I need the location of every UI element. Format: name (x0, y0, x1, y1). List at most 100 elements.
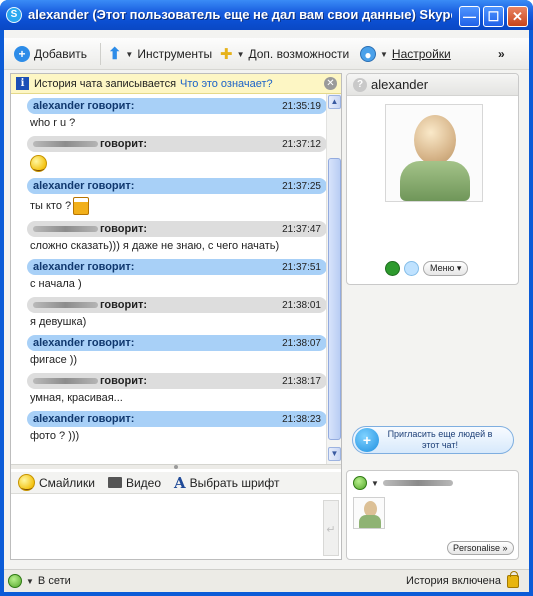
settings-icon: ● (360, 46, 376, 62)
close-icon[interactable]: ✕ (324, 77, 337, 90)
chevron-down-icon: ▼ (125, 49, 134, 59)
maximize-icon: ☐ (487, 9, 500, 24)
chat-icon[interactable] (404, 261, 419, 276)
online-status-icon (8, 574, 22, 588)
message-body: who r u ? (27, 114, 326, 136)
close-icon: ✕ (512, 9, 523, 24)
chat-message: alexander говорит: 21:35:19 who r u ? (27, 98, 326, 136)
message-time: 21:37:25 (282, 180, 321, 192)
message-header: alexander говорит: 21:38:23 (27, 411, 326, 427)
self-name-redacted (382, 480, 453, 486)
extras-menu-button[interactable]: ✚ ▼ Доп. возможности (220, 45, 349, 63)
scroll-down-icon[interactable]: ▼ (328, 447, 341, 461)
self-status-row[interactable]: ▼ (353, 476, 453, 490)
message-header: говорит: 21:37:12 (27, 136, 326, 152)
message-time: 21:35:19 (282, 100, 321, 112)
message-sender: говорит: (33, 299, 147, 311)
tools-menu-button[interactable]: ⬆ ▼ Инструменты (108, 45, 212, 63)
message-header: говорит: 21:38:01 (27, 297, 326, 313)
skype-logo-icon: S (6, 7, 22, 23)
message-text: ты кто ? (30, 199, 72, 212)
online-status-selector[interactable]: ▼ В сети (8, 574, 71, 588)
main-toolbar: + Добавить ⬆ ▼ Инструменты ✚ ▼ Доп. возм… (4, 38, 529, 70)
message-header: alexander говорит: 21:38:07 (27, 335, 326, 351)
message-text: фото ? ))) (30, 430, 80, 442)
message-text: с начала ) (30, 278, 82, 290)
settings-menu-button[interactable]: ● ▼ Настройки (360, 45, 451, 63)
message-sender: alexander говорит: (33, 413, 134, 425)
puzzle-icon: ✚ (220, 46, 233, 63)
message-sender: alexander говорит: (33, 180, 134, 192)
minimize-button[interactable]: — (459, 6, 480, 27)
redacted-name (33, 378, 98, 385)
smile-emoticon-icon (30, 155, 47, 172)
invite-label: Пригласить еще людей в этот чат! (387, 429, 493, 450)
info-bar-text: История чата записывается (34, 77, 177, 90)
message-body: фигасе )) (27, 351, 326, 373)
message-sender-text: alexander говорит: (33, 180, 135, 192)
call-icon[interactable] (385, 261, 400, 276)
video-button[interactable]: Видео (107, 476, 161, 490)
chat-message: говорит: 21:38:01 я девушка) (27, 297, 326, 335)
status-label: В сети (37, 575, 71, 587)
add-people-icon: + (355, 428, 379, 452)
lock-icon[interactable] (507, 570, 519, 588)
toolbar-overflow-button[interactable]: » (498, 45, 505, 63)
message-header: говорит: 21:37:47 (27, 221, 326, 237)
history-label: История включена (406, 575, 501, 587)
history-info-bar: i История чата записывается Что это озна… (11, 74, 341, 94)
message-sender-text: alexander говорит: (33, 261, 135, 273)
chat-message: говорит: 21:38:17 умная, красивая... (27, 373, 326, 411)
message-body: я девушка) (27, 313, 326, 335)
tools-label: Инструменты (137, 47, 213, 61)
redacted-name (33, 302, 98, 309)
message-sender: говорит: (33, 375, 147, 387)
input-splitter[interactable] (11, 464, 341, 469)
personalise-button[interactable]: Personalise » (447, 541, 514, 555)
add-button[interactable]: + Добавить (14, 45, 87, 63)
chat-panel: i История чата записывается Что это озна… (10, 73, 342, 560)
history-status: История включена (406, 570, 519, 588)
font-label: Выбрать шрифт (189, 475, 280, 490)
message-text: who r u ? (30, 117, 76, 129)
message-header: alexander говорит: 21:37:25 (27, 178, 326, 194)
up-arrow-icon: ⬆ (108, 46, 122, 63)
redacted-name (33, 226, 98, 233)
window-title: alexander (Этот пользователь еще не дал … (28, 7, 452, 22)
chat-message: говорит: 21:37:12 (27, 136, 326, 178)
add-button-label: Добавить (34, 47, 88, 61)
settings-label: Настройки (391, 47, 451, 61)
message-text: фигасе )) (30, 354, 78, 366)
message-body: фото ? ))) (27, 427, 326, 449)
profile-actions: Меню ▾ (385, 261, 469, 276)
status-bar: ▼ В сети История включена (4, 569, 529, 592)
close-button[interactable]: ✕ (507, 6, 528, 27)
maximize-button[interactable]: ☐ (483, 6, 504, 27)
message-sender: alexander говорит: (33, 261, 134, 273)
emoticons-button[interactable]: Смайлики (18, 474, 95, 491)
info-bar-link[interactable]: Что это означает? (180, 78, 273, 90)
message-time: 21:38:07 (282, 337, 321, 349)
message-body: умная, красивая... (27, 389, 326, 411)
chevron-down-icon: ▼ (236, 49, 245, 59)
message-sender-text: говорит: (100, 299, 148, 311)
send-icon: ↵ (326, 524, 336, 536)
grip-icon (174, 465, 178, 469)
message-body: ты кто ? (27, 194, 326, 221)
chat-scrollbar[interactable]: ▲ ▼ (326, 94, 341, 464)
extras-label: Доп. возможности (248, 47, 350, 61)
scroll-up-icon[interactable]: ▲ (328, 95, 341, 109)
contact-menu-button[interactable]: Меню ▾ (423, 261, 469, 276)
font-button[interactable]: A Выбрать шрифт (174, 474, 279, 492)
contact-avatar (385, 104, 483, 202)
message-time: 21:37:47 (282, 223, 321, 235)
invite-more-button[interactable]: + Пригласить еще людей в этот чат! (352, 426, 514, 454)
message-input[interactable] (11, 495, 341, 559)
title-bar[interactable]: S alexander (Этот пользователь еще не да… (0, 0, 533, 30)
scrollbar-thumb[interactable] (328, 158, 341, 440)
profile-header: ? alexander (347, 74, 518, 96)
contact-name: alexander (371, 77, 429, 92)
font-icon: A (174, 473, 186, 492)
message-sender: говорит: (33, 223, 147, 235)
send-button[interactable]: ↵ (323, 500, 339, 556)
